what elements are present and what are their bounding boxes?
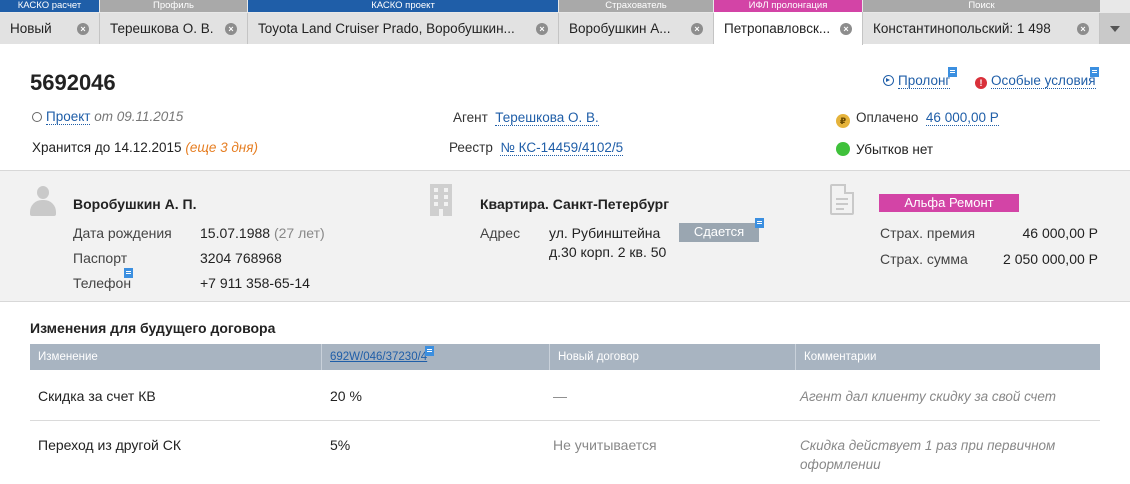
address-line-2: д.30 корп. 2 кв. 50 — [549, 244, 667, 260]
tab-bar: КАСКО расчет Профиль КАСКО проект Страхо… — [0, 0, 1130, 45]
birth-age: (27 лет) — [273, 225, 325, 241]
comment-icon[interactable] — [124, 268, 133, 278]
tab-ifl-prolong[interactable]: Петропавловск... × — [714, 12, 863, 45]
losses-text: Убытков нет — [856, 142, 934, 157]
comment-line-1: Скидка действует 1 раз при первичном — [800, 438, 1056, 453]
passport-value: 3204 768968 — [200, 250, 282, 266]
special-conditions-link[interactable]: Особые условия — [991, 73, 1096, 89]
premium-value: 46 000,00 Р — [1022, 225, 1098, 241]
cell-current: 20 % — [330, 388, 362, 404]
tab-label: Воробушкин А... — [569, 21, 671, 36]
address-label: Адрес — [480, 225, 521, 241]
comment-icon[interactable] — [1090, 67, 1099, 77]
birth-date: 15.07.1988 — [200, 225, 271, 241]
birth-label: Дата рождения — [73, 225, 172, 241]
tab-label: Петропавловск... — [724, 21, 831, 36]
cell-comment: Скидка действует 1 раз при первичном офо… — [800, 436, 1055, 474]
stored-until-text: Хранится до 14.12.2015 — [32, 140, 182, 155]
agent-link[interactable]: Терешкова О. В. — [495, 110, 599, 126]
tab-profile[interactable]: Терешкова О. В. × — [100, 13, 248, 44]
phone-label: Телефон — [73, 275, 132, 291]
tab-group-ifl-prolong: ИФЛ пролонгация — [714, 0, 862, 12]
document-icon — [830, 184, 854, 215]
chevron-down-icon[interactable] — [1100, 13, 1130, 44]
sum-label: Страх. сумма — [880, 251, 968, 267]
stored-until: Хранится до 14.12.2015 (еще 3 дня) — [32, 140, 258, 155]
losses-row: Убытков нет — [836, 142, 933, 157]
rent-badge: Сдается — [679, 223, 759, 242]
tab-label: Константинопольский: 1 498 — [873, 21, 1051, 36]
agent-label: Агент — [453, 110, 488, 125]
status-date: от 09.11.2015 — [94, 109, 184, 124]
person-icon — [30, 186, 56, 216]
prolong-icon — [883, 75, 894, 86]
sum-value: 2 050 000,00 Р — [1003, 251, 1098, 267]
tab-label: Новый — [10, 21, 52, 36]
paid-row: ₽ Оплачено 46 000,00 Р — [836, 110, 999, 128]
comment-line-2: оформлении — [800, 457, 881, 472]
th-new-contract: Новый договор — [550, 344, 796, 370]
th-change: Изменение — [30, 344, 322, 370]
tab-group-kasko-calc: КАСКО расчет — [0, 0, 99, 12]
stored-remaining: (еще 3 дня) — [185, 140, 258, 155]
registry-row: Реестр № КС-14459/4102/5 — [449, 140, 624, 156]
registry-link[interactable]: № КС-14459/4102/5 — [500, 140, 624, 156]
insured-name: Воробушкин А. П. — [73, 196, 197, 212]
cell-new: — — [553, 388, 567, 404]
th-comments: Комментарии — [804, 351, 877, 363]
radio-icon — [32, 112, 42, 122]
tab-insurer[interactable]: Воробушкин А... × — [559, 13, 714, 44]
agent-row: Агент Терешкова О. В. — [453, 110, 599, 126]
contract-number: 5692046 — [30, 70, 116, 95]
registry-label: Реестр — [449, 140, 493, 155]
coin-icon: ₽ — [836, 114, 850, 128]
tab-kasko-project[interactable]: Toyota Land Cruiser Prado, Воробушкин...… — [248, 13, 559, 44]
tab-group-kasko-project: КАСКО проект — [248, 0, 558, 12]
special-conditions-action[interactable]: ! Особые условия — [975, 73, 1096, 89]
changes-title: Изменения для будущего договора — [30, 320, 276, 336]
close-icon[interactable]: × — [691, 23, 703, 35]
passport-label: Паспорт — [73, 250, 128, 266]
prolong-action[interactable]: Пролонг — [883, 73, 951, 89]
birth-value: 15.07.1988 (27 лет) — [200, 225, 325, 241]
tab-group-profile: Профиль — [100, 0, 247, 12]
cell-new: Не учитывается — [553, 437, 657, 453]
cell-change: Скидка за счет КВ — [38, 388, 156, 404]
address-line-1: ул. Рубинштейна — [549, 225, 661, 241]
tab-label: Toyota Land Cruiser Prado, Воробушкин... — [258, 21, 515, 36]
changes-table-header: Изменение 692W/046/37230/4 Новый договор… — [30, 344, 1100, 370]
cell-current: 5% — [330, 437, 351, 453]
tab-new[interactable]: Новый × — [0, 13, 100, 44]
close-icon[interactable]: × — [1077, 23, 1089, 35]
contract-status: Проект от 09.11.2015 — [32, 109, 184, 125]
comment-icon[interactable] — [948, 67, 957, 77]
close-icon[interactable]: × — [840, 23, 852, 35]
premium-label: Страх. премия — [880, 225, 976, 241]
cell-comment: Агент дал клиенту скидку за свой счет — [800, 387, 1056, 406]
comment-icon[interactable] — [755, 218, 764, 228]
paid-link[interactable]: 46 000,00 Р — [925, 110, 999, 126]
program-badge: Альфа Ремонт — [879, 194, 1019, 212]
status-link[interactable]: Проект — [46, 109, 91, 125]
comment-icon[interactable] — [425, 346, 434, 356]
tab-label: Терешкова О. В. — [110, 21, 214, 36]
property-title: Квартира. Санкт-Петербург — [480, 196, 670, 212]
close-icon[interactable]: × — [536, 23, 548, 35]
building-icon — [430, 184, 452, 216]
status-ok-icon — [836, 142, 850, 156]
prolong-link[interactable]: Пролонг — [898, 73, 951, 89]
tab-group-insurer: Страхователь — [559, 0, 713, 12]
th-current-contract[interactable]: 692W/046/37230/4 — [322, 344, 550, 370]
warning-icon: ! — [975, 77, 987, 89]
close-icon[interactable]: × — [77, 23, 89, 35]
table-row: Переход из другой СК 5% Не учитывается С… — [30, 421, 1100, 484]
tab-group-search: Поиск — [863, 0, 1100, 12]
table-row: Скидка за счет КВ 20 % — Агент дал клиен… — [30, 370, 1100, 421]
phone-value: +7 911 358-65-14 — [200, 275, 310, 291]
cell-change: Переход из другой СК — [38, 437, 181, 453]
tab-search[interactable]: Константинопольский: 1 498 × — [863, 13, 1100, 44]
close-icon[interactable]: × — [225, 23, 237, 35]
paid-label: Оплачено — [856, 110, 919, 125]
comment-line-1: Агент дал клиенту скидку за свой счет — [800, 389, 1057, 404]
